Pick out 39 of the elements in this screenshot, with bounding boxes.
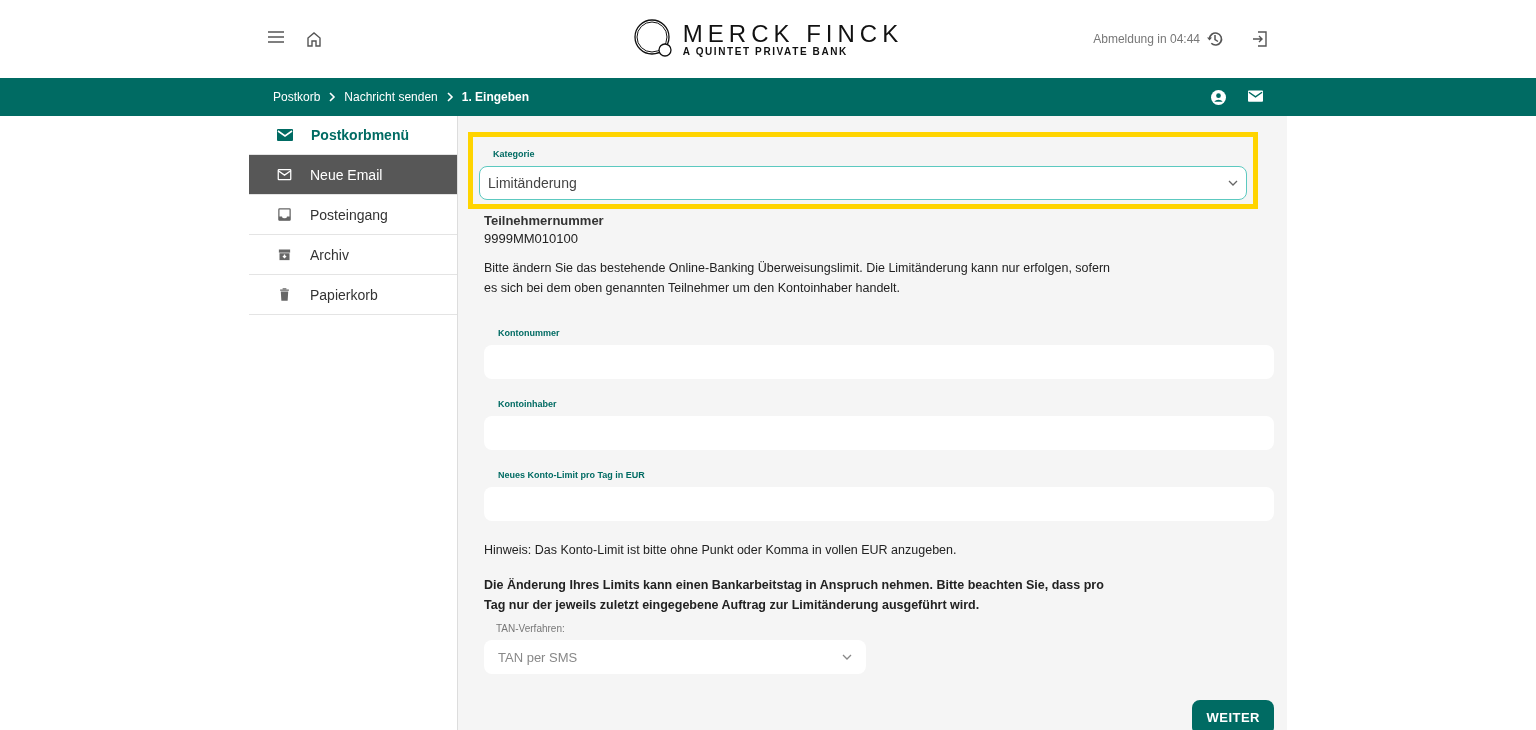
logo-rings-icon	[632, 18, 675, 60]
archive-box-icon	[277, 247, 292, 262]
sidebar-item[interactable]: Papierkorb	[249, 275, 457, 315]
submit-button[interactable]: WEITER	[1192, 700, 1274, 730]
field-label: Kategorie	[493, 149, 535, 159]
sidebar-title: Postkorbmenü	[311, 127, 409, 143]
field-label: Teilnehmernummer	[484, 213, 605, 228]
logo-tagline: A QUINTET PRIVATE BANK	[682, 45, 849, 57]
field-label: Neues Konto-Limit pro Tag in EUR	[498, 470, 645, 480]
category-dropdown[interactable]: Limitänderung	[479, 166, 1247, 200]
tan-dropdown[interactable]: TAN per SMS	[484, 640, 866, 674]
logout-button[interactable]	[1252, 31, 1268, 47]
trash-icon	[277, 287, 292, 302]
breadcrumb-link[interactable]: 1. Eingeben	[461, 90, 530, 104]
hint-text: Hinweis: Das Konto-Limit ist bitte ohne Punkt oder Komma in vollen EUR anzugeben.	[484, 543, 958, 557]
breadcrumb-link[interactable]: Postkorb	[273, 90, 321, 104]
field-label: Kontoinhaber	[498, 399, 557, 409]
history-icon	[1206, 30, 1224, 48]
mail-icon[interactable]	[1248, 89, 1263, 102]
mail-icon	[277, 129, 293, 141]
logout-timer: Abmeldung in 04:44	[1093, 32, 1200, 46]
chevron-down-icon	[842, 654, 852, 660]
chevron-right-icon	[445, 92, 454, 102]
sidebar-item[interactable]: Neue Email	[249, 155, 457, 195]
sidebar-item[interactable]: Posteingang	[249, 195, 457, 235]
participant-number: 9999MM010100	[484, 231, 579, 246]
field-label: TAN-Verfahren:	[496, 623, 565, 634]
notice-text: Die Änderung Ihres Limits kann einen Bankarbeitstag in Anspruch nehmen. Bitte beachten Sie, dass pro Tag nur der jeweils zuletzt eingegebene Auftrag zur Limitänderung ausgeführt wird.	[484, 577, 1104, 614]
chevron-down-icon	[1228, 180, 1238, 186]
user-icon[interactable]	[1211, 89, 1226, 105]
mail-icon	[277, 167, 292, 182]
field-label: Kontonummer	[498, 328, 560, 338]
breadcrumb-link[interactable]: Nachricht senden	[344, 90, 438, 104]
logo-name: MERCK FINCK	[682, 21, 904, 46]
inbox-icon	[277, 207, 292, 222]
sidebar-item[interactable]: Archiv	[249, 235, 457, 275]
intro-text: Bitte ändern Sie das bestehende Online-Banking Überweisungslimit. Die Limitänderung kann nur erfolgen, sofern es sich bei dem oben genannten Teilnehmer um den Kontoinhaber handelt.	[484, 260, 1112, 297]
home-icon[interactable]	[306, 31, 322, 47]
chevron-right-icon	[328, 92, 337, 102]
